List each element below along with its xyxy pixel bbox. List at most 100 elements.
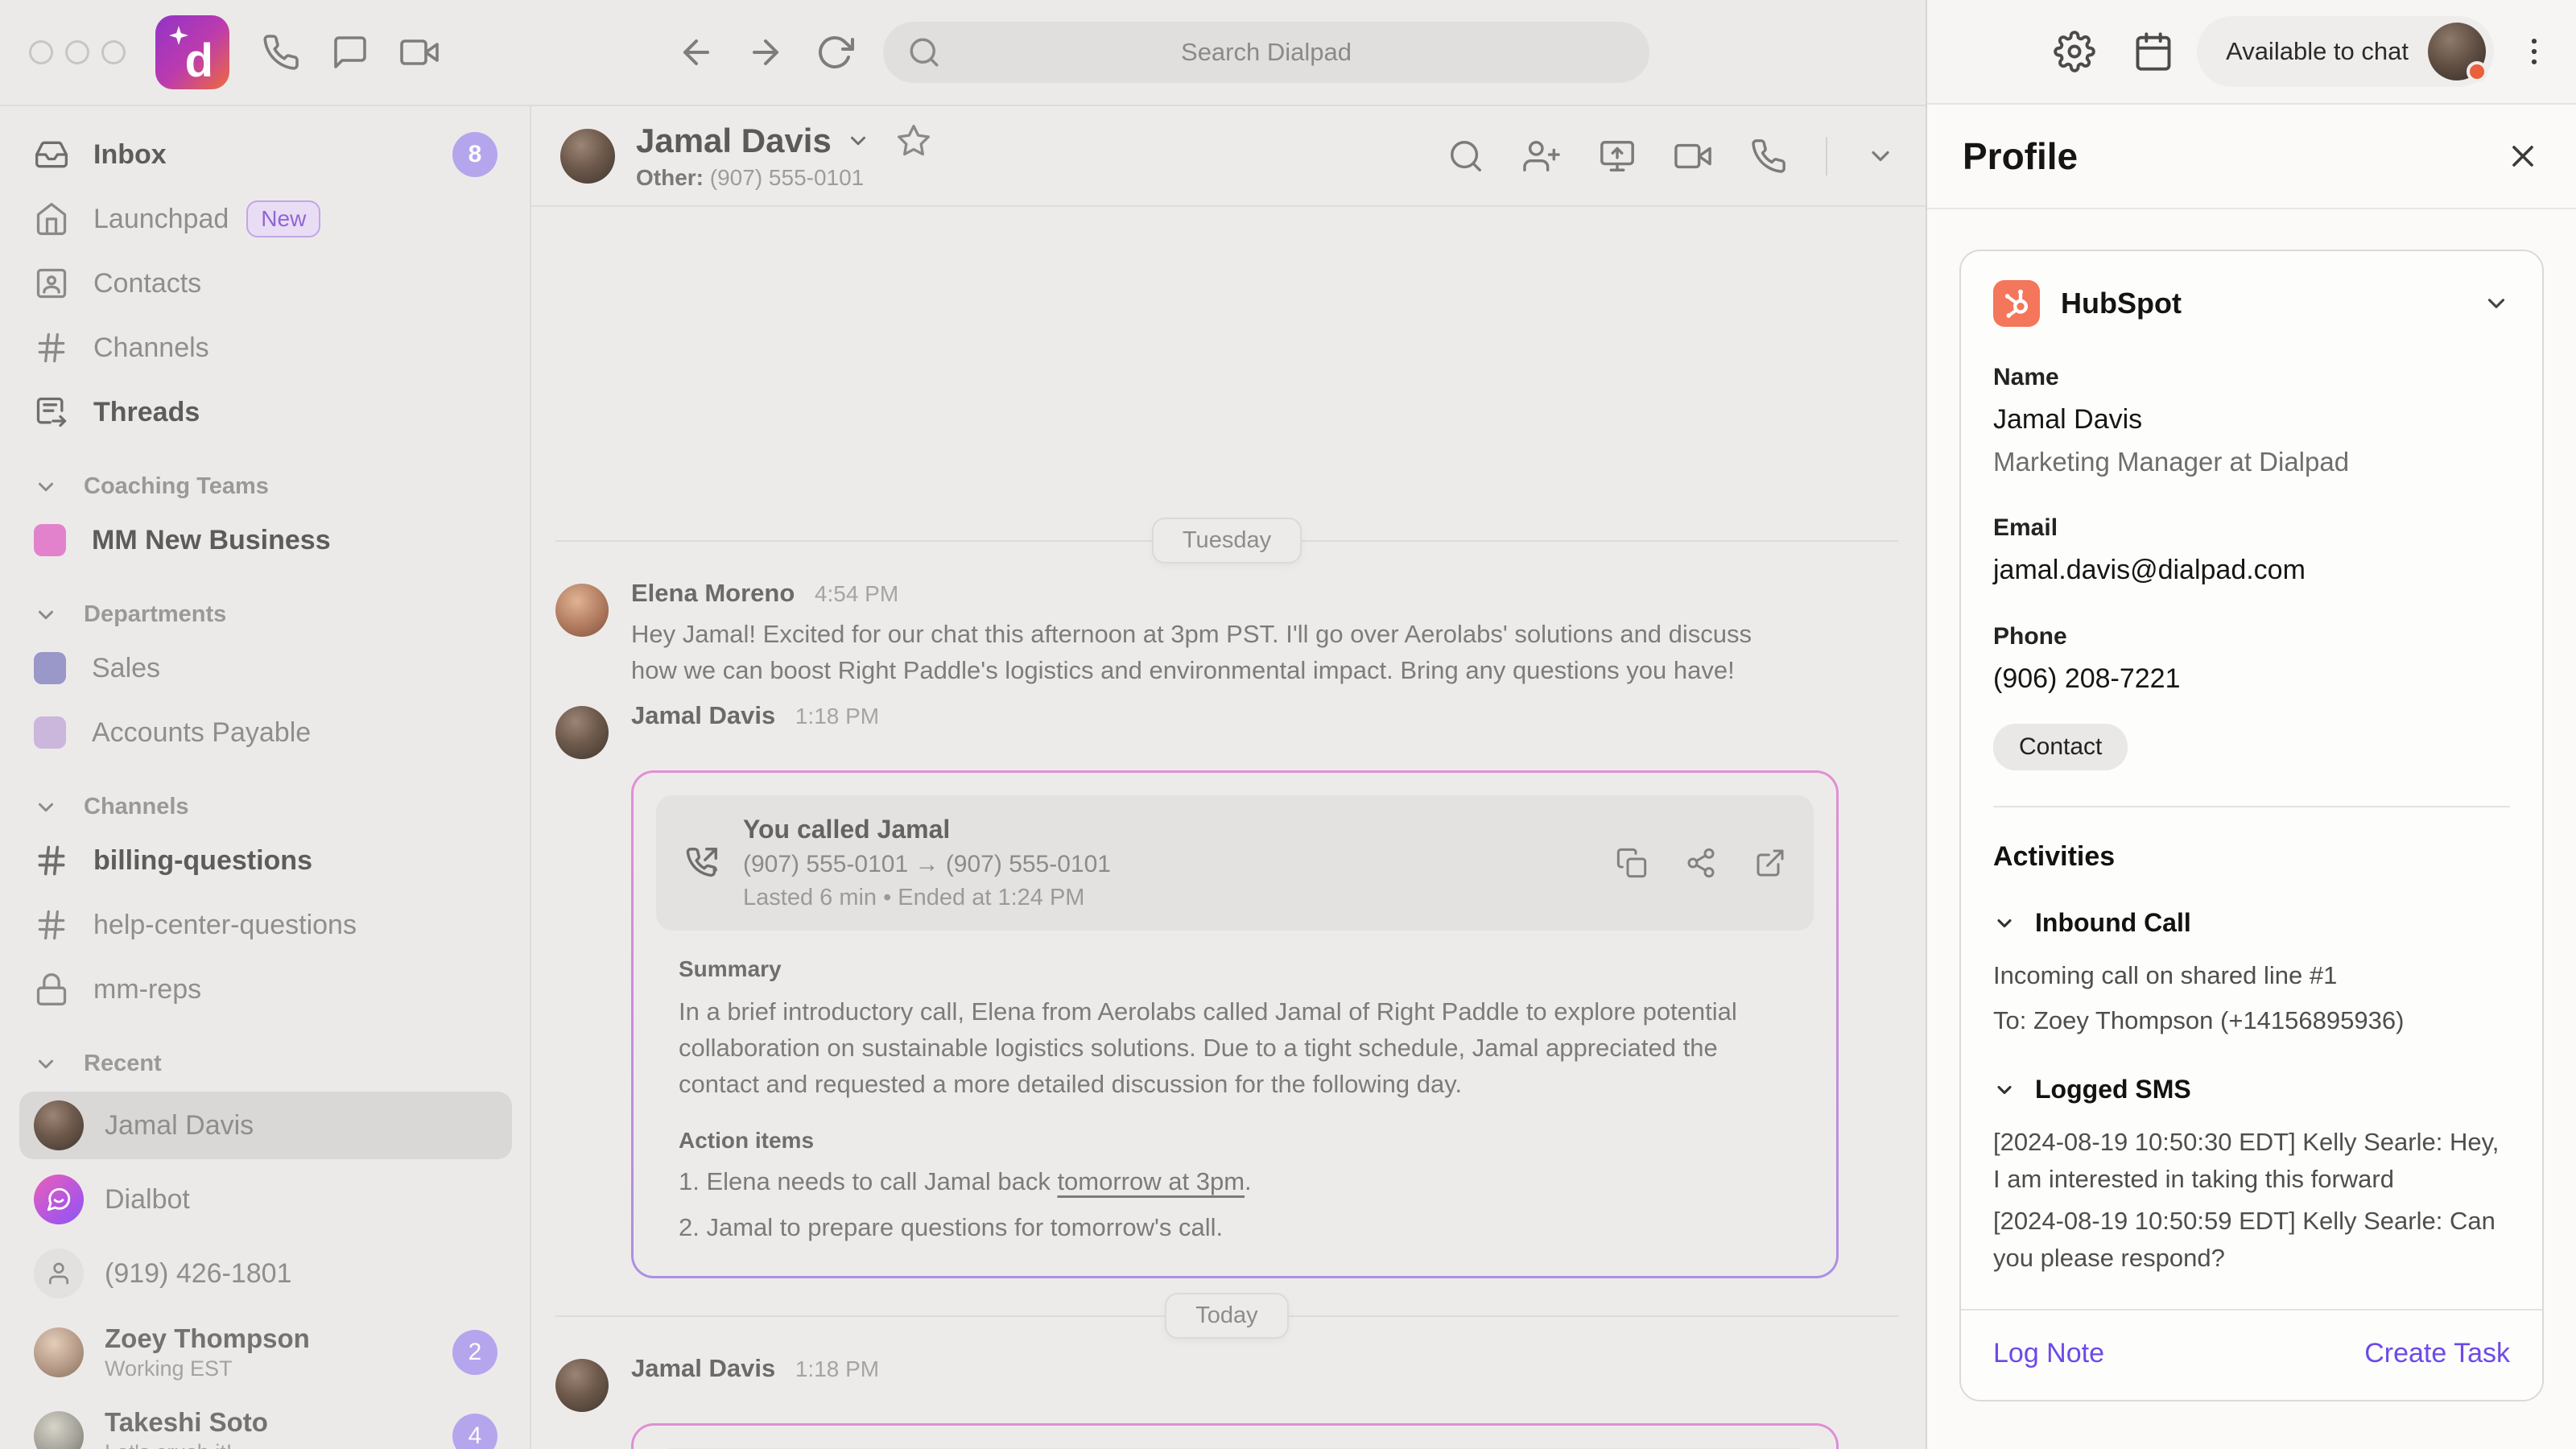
copy-icon[interactable]: [1616, 847, 1648, 879]
chevron-down-icon[interactable]: [1866, 142, 1895, 171]
recent-item-phone-number[interactable]: (919) 426-1801: [19, 1240, 512, 1307]
status-text: Let's crush it!: [105, 1439, 268, 1449]
chevron-down-icon[interactable]: [2483, 290, 2510, 317]
sidebar-item-label: help-center-questions: [93, 910, 357, 941]
back-icon[interactable]: [677, 33, 716, 72]
sidebar-item-billing-questions[interactable]: billing-questions: [19, 835, 512, 886]
action-item-link[interactable]: tomorrow at 3pm: [1057, 1167, 1245, 1195]
hubspot-card-header[interactable]: HubSpot: [1993, 280, 2510, 327]
calendar-icon[interactable]: [2132, 31, 2174, 72]
phone-icon[interactable]: [262, 33, 300, 72]
sidebar-item-launchpad[interactable]: Launchpad New: [19, 193, 512, 245]
message-jamal-call: Jamal Davis 1:18 PM: [555, 701, 1926, 759]
department-color-swatch: [34, 716, 66, 749]
refresh-icon[interactable]: [815, 33, 854, 72]
person-icon: [34, 1249, 84, 1298]
action-items-label: Action items: [679, 1128, 1791, 1154]
recent-item-zoey-thompson[interactable]: Zoey Thompson Working EST 2: [19, 1314, 512, 1391]
recent-item-label: Takeshi Soto: [105, 1406, 268, 1439]
search-input[interactable]: [941, 38, 1591, 67]
sidebar-item-label: Launchpad: [93, 204, 229, 235]
video-call-icon[interactable]: [1674, 138, 1711, 175]
message-list[interactable]: Tuesday Elena Moreno 4:54 PM Hey Jamal! …: [531, 207, 1926, 1449]
call-icon[interactable]: [1750, 138, 1787, 175]
divider: [1993, 806, 2510, 807]
close-icon[interactable]: [2505, 138, 2541, 174]
logged-sms-section[interactable]: Logged SMS: [1993, 1075, 2510, 1104]
share-icon[interactable]: [1685, 847, 1717, 879]
sidebar-item-label: billing-questions: [93, 845, 312, 877]
chevron-down-icon[interactable]: [846, 129, 870, 153]
search-bar[interactable]: [883, 22, 1649, 83]
window-close-button[interactable]: [29, 40, 53, 64]
message-time: 4:54 PM: [815, 581, 898, 606]
team-color-swatch: [34, 524, 66, 556]
email-value: jamal.davis@dialpad.com: [1993, 555, 2510, 586]
section-channels[interactable]: Channels: [19, 794, 512, 820]
sidebar-item-sales[interactable]: Sales: [19, 642, 512, 694]
external-link-icon[interactable]: [1754, 847, 1786, 879]
top-right-controls: Available to chat: [1927, 0, 2576, 105]
status-dot: [2467, 61, 2487, 82]
call-title: You called Jamal: [743, 815, 1111, 844]
forward-icon[interactable]: [746, 33, 785, 72]
message-author: Jamal Davis: [631, 1354, 775, 1382]
hubspot-card-footer: Log Note Create Task: [1961, 1309, 2542, 1400]
section-coaching-teams[interactable]: Coaching Teams: [19, 473, 512, 500]
call-route: (907) 555-0101 → (907) 555-0101: [743, 851, 1111, 878]
conversation-header: Jamal Davis Other: (907) 555-0101: [531, 106, 1926, 207]
sidebar-item-accounts-payable[interactable]: Accounts Payable: [19, 707, 512, 758]
call-header: You called Jamal (907) 555-0101 → (907) …: [656, 795, 1814, 931]
screen-share-icon[interactable]: [1599, 138, 1636, 175]
video-icon[interactable]: [400, 33, 439, 72]
home-icon: [34, 201, 69, 237]
sidebar-item-threads[interactable]: Threads: [19, 386, 512, 438]
lock-icon: [34, 972, 69, 1007]
chat-icon[interactable]: [331, 33, 369, 72]
contact-name: Jamal Davis: [636, 122, 832, 160]
section-departments[interactable]: Departments: [19, 601, 512, 628]
phone-number: (907) 555-0101: [710, 165, 864, 190]
kebab-menu-icon[interactable]: [2516, 34, 2552, 69]
recent-item-takeshi-soto[interactable]: Takeshi Soto Let's crush it! 4: [19, 1397, 512, 1449]
avatar: [34, 1411, 84, 1449]
email-label: Email: [1993, 514, 2510, 542]
threads-icon: [34, 394, 69, 430]
action-item-1: 1. Elena needs to call Jamal back tomorr…: [679, 1163, 1791, 1199]
inbound-call-section[interactable]: Inbound Call: [1993, 908, 2510, 938]
name-label: Name: [1993, 364, 2510, 391]
sidebar-item-channels[interactable]: Channels: [19, 322, 512, 374]
recent-item-label: Dialbot: [105, 1184, 190, 1216]
chevron-down-icon: [1993, 1079, 2016, 1101]
section-recent[interactable]: Recent: [19, 1051, 512, 1077]
avatar: [555, 1359, 609, 1412]
hubspot-icon: [1993, 280, 2040, 327]
recent-item-dialbot[interactable]: Dialbot: [19, 1166, 512, 1233]
star-icon[interactable]: [896, 123, 931, 159]
nav-controls: [677, 33, 854, 72]
create-task-button[interactable]: Create Task: [2364, 1338, 2510, 1369]
sidebar-item-mm-reps[interactable]: mm-reps: [19, 964, 512, 1015]
gear-icon[interactable]: [2054, 31, 2095, 72]
phone-type-label: Other:: [636, 165, 704, 190]
log-note-button[interactable]: Log Note: [1993, 1338, 2104, 1369]
sidebar-item-mm-new-business[interactable]: MM New Business: [19, 514, 512, 566]
day-divider: Today: [555, 1290, 1898, 1341]
sms-log-entry: [2024-08-19 10:50:30 EDT] Kelly Searle: …: [1993, 1124, 2510, 1198]
search-conversation-icon[interactable]: [1447, 138, 1484, 175]
recent-item-jamal-davis[interactable]: Jamal Davis: [19, 1092, 512, 1159]
availability-dropdown[interactable]: Available to chat: [2197, 16, 2494, 87]
window-minimize-button[interactable]: [65, 40, 89, 64]
profile-header: Profile: [1927, 105, 2576, 209]
recent-item-label: Jamal Davis: [105, 1110, 254, 1141]
sidebar-item-contacts[interactable]: Contacts: [19, 258, 512, 309]
unread-badge: 4: [452, 1414, 497, 1449]
dialpad-app: d Inbox 8: [0, 0, 2576, 1449]
sidebar-item-help-center-questions[interactable]: help-center-questions: [19, 899, 512, 951]
sidebar-item-inbox[interactable]: Inbox 8: [19, 129, 512, 180]
sidebar: Inbox 8 Launchpad New Contacts Channels: [0, 106, 531, 1449]
profile-content[interactable]: HubSpot Name Jamal Davis Marketing Manag…: [1927, 209, 2576, 1449]
add-person-icon[interactable]: [1523, 138, 1560, 175]
window-zoom-button[interactable]: [101, 40, 126, 64]
chevron-down-icon: [34, 475, 58, 499]
